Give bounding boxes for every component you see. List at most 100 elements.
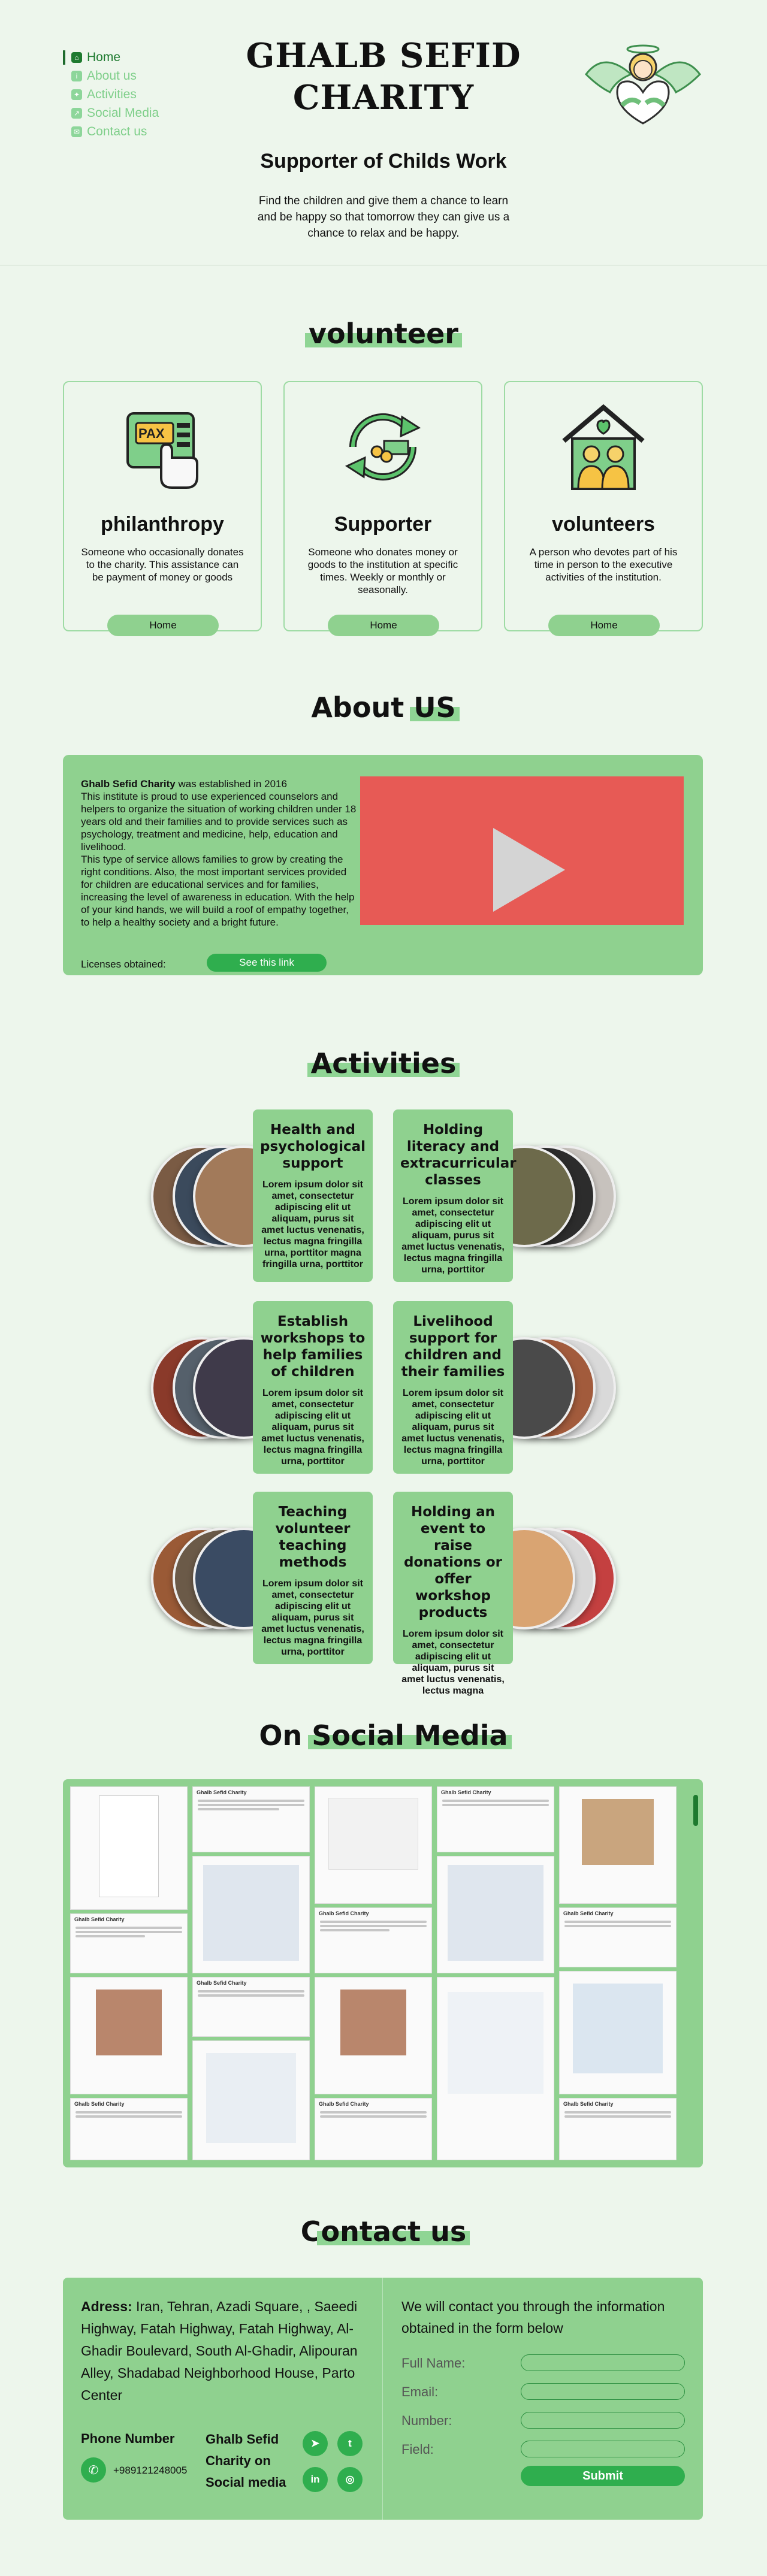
phone-icon[interactable]: ✆	[81, 2457, 106, 2483]
post-text-line	[564, 1921, 671, 1923]
card-supporter: Supporter Someone who donates money or g…	[283, 381, 482, 636]
play-icon[interactable]	[493, 828, 565, 912]
activities-heading-text: Activities	[307, 1047, 460, 1080]
card-text: A person who devotes part of his time in…	[529, 546, 678, 583]
instagram-icon[interactable]: ◎	[337, 2467, 363, 2492]
number-label: Number:	[401, 2413, 452, 2428]
post-text-line	[76, 1927, 182, 1929]
social-post-tweet[interactable]: Ghalb Sefid Charity	[192, 1977, 310, 2037]
social-post-image[interactable]	[315, 1786, 432, 1904]
social-post-image[interactable]	[559, 1971, 677, 2094]
social-post-tweet[interactable]: Ghalb Sefid Charity	[315, 1907, 432, 1973]
social-post-image[interactable]	[192, 2040, 310, 2160]
activity-card: Establish workshops to help families of …	[253, 1301, 373, 1474]
post-text-line	[198, 1804, 304, 1806]
card-title: philanthropy	[101, 513, 224, 536]
linkedin-icon[interactable]: in	[303, 2467, 328, 2492]
post-text-line	[76, 1931, 182, 1933]
about-founded: was established in 2016	[175, 778, 287, 790]
licenses-label: Licenses obtained:	[81, 959, 166, 970]
social-heading-text: On	[259, 1719, 312, 1752]
activity-text: Lorem ipsum dolor sit amet, consectetur …	[261, 1579, 364, 1657]
post-author: Ghalb Sefid Charity	[197, 1789, 247, 1795]
card-home-button[interactable]: Home	[548, 615, 660, 636]
social-post-tweet[interactable]: Ghalb Sefid Charity	[437, 1786, 554, 1852]
social-post-tweet[interactable]: Ghalb Sefid Charity	[559, 2098, 677, 2160]
licenses-link-button[interactable]: See this link	[207, 954, 327, 972]
post-text-line	[320, 1929, 390, 1931]
post-text-line	[442, 1800, 549, 1802]
activity-title: Holding literacy and extracurricular cla…	[400, 1122, 517, 1188]
post-author: Ghalb Sefid Charity	[319, 2101, 369, 2107]
post-photo	[203, 1865, 299, 1961]
card-home-button[interactable]: Home	[328, 615, 439, 636]
twitter-icon[interactable]: t	[337, 2431, 363, 2456]
social-post-tweet[interactable]: Ghalb Sefid Charity	[70, 2098, 188, 2160]
volunteer-heading-text: volunteer	[305, 318, 462, 350]
phone-label: Phone Number	[81, 2431, 175, 2446]
card-title: Supporter	[334, 513, 432, 536]
address-label: Adress:	[81, 2299, 132, 2314]
telegram-icon[interactable]: ➤	[303, 2431, 328, 2456]
intro-text: Find the children and give them a chance…	[257, 195, 510, 240]
field-label: Field:	[401, 2442, 434, 2457]
social-post-tweet[interactable]: Ghalb Sefid Charity	[70, 1913, 188, 1973]
post-text-line	[76, 2115, 182, 2118]
fullname-label: Full Name:	[401, 2356, 466, 2371]
email-field[interactable]	[521, 2383, 685, 2400]
social-post-tweet[interactable]: Ghalb Sefid Charity	[559, 1907, 677, 1967]
about-heading: About US	[0, 691, 767, 724]
card-philanthropy: PAX philanthropy Someone who occasionall…	[63, 381, 262, 636]
number-field[interactable]	[521, 2412, 685, 2429]
post-text-line	[320, 2111, 427, 2114]
contact-heading: Contact us	[0, 2215, 767, 2248]
card-title: volunteers	[552, 513, 655, 536]
social-post-image[interactable]	[70, 1786, 188, 1910]
post-author: Ghalb Sefid Charity	[563, 2101, 614, 2107]
social-post-tweet[interactable]: Ghalb Sefid Charity	[192, 1786, 310, 1852]
post-text-line	[564, 1925, 671, 1927]
post-author: Ghalb Sefid Charity	[74, 2101, 125, 2107]
post-text-line	[442, 1804, 549, 1806]
social-post-image[interactable]	[559, 1786, 677, 1904]
card-home-button[interactable]: Home	[107, 615, 219, 636]
post-chart-image	[206, 2053, 296, 2143]
social-heading: On Social Media	[0, 1719, 767, 1752]
about-panel: Ghalb Sefid Charity was established in 2…	[63, 755, 703, 975]
social-post-image[interactable]	[437, 1856, 554, 1973]
social-post-tweet[interactable]: Ghalb Sefid Charity	[315, 2098, 432, 2160]
social-post-image[interactable]	[315, 1977, 432, 2094]
post-author: Ghalb Sefid Charity	[319, 1910, 369, 1916]
post-table-image	[573, 1984, 663, 2073]
activity-text: Lorem ipsum dolor sit amet, consectetur …	[261, 1388, 364, 1467]
social-post-image[interactable]	[192, 1856, 310, 1973]
post-text-line	[76, 1935, 146, 1937]
post-text-line	[320, 1921, 427, 1923]
video-player[interactable]	[360, 776, 684, 925]
nav-item-contact[interactable]: ✉ Contact us	[63, 122, 159, 141]
social-post-image[interactable]	[437, 1977, 554, 2160]
activity-text: Lorem ipsum dolor sit amet, consectetur …	[401, 1196, 505, 1275]
address-text: Iran, Tehran, Azadi Square, , Saeedi Hig…	[81, 2299, 358, 2403]
field-input[interactable]	[521, 2441, 685, 2457]
contact-heading-highlight: ontact us	[317, 2215, 470, 2248]
indicator-slot	[63, 125, 65, 139]
activity-card: Teaching volunteer teaching methods Lore…	[253, 1492, 373, 1664]
post-author: Ghalb Sefid Charity	[441, 1789, 491, 1795]
activity-card: Livelihood support for children and thei…	[393, 1301, 513, 1474]
feed-scrollbar[interactable]	[693, 1795, 698, 1826]
activity-text: Lorem ipsum dolor sit amet, consectetur …	[401, 1388, 505, 1467]
submit-button[interactable]: Submit	[521, 2466, 685, 2486]
post-text-line	[198, 1994, 304, 1997]
post-text-line	[320, 1925, 427, 1927]
activity-title: Teaching volunteer teaching methods	[275, 1504, 351, 1570]
contact-panel: Adress: Iran, Tehran, Azadi Square, , Sa…	[63, 2278, 703, 2520]
post-photo	[340, 1990, 406, 2055]
fullname-field[interactable]	[521, 2354, 685, 2371]
social-post-image[interactable]	[70, 1977, 188, 2094]
phone-number[interactable]: +989121248005	[113, 2465, 187, 2477]
email-label: Email:	[401, 2384, 439, 2399]
about-text: Ghalb Sefid Charity was established in 2…	[81, 778, 357, 929]
card-text: Someone who occasionally donates to the …	[81, 546, 244, 583]
social-heading-highlight: Social Media	[308, 1719, 512, 1752]
